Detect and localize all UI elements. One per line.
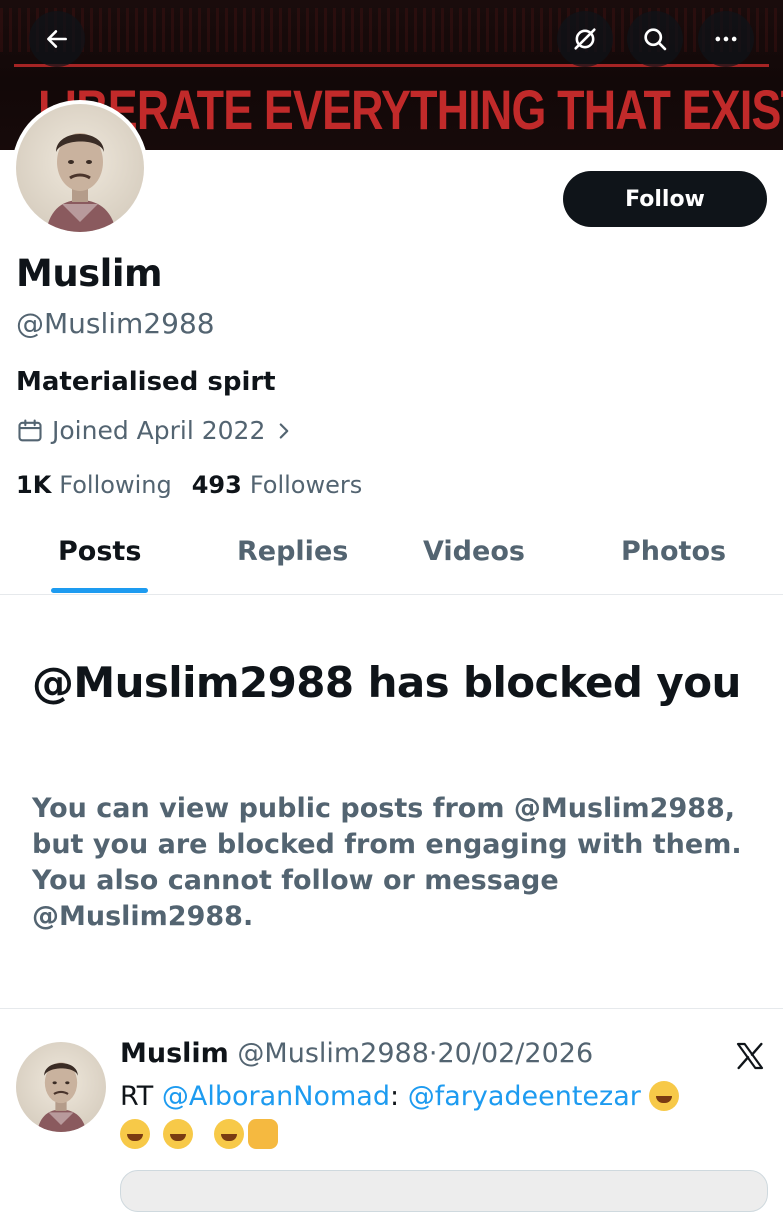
followers-label: Followers (249, 471, 363, 499)
blocked-title: @Muslim2988 has blocked you (32, 658, 741, 707)
oncoming-fist-emoji-icon (247, 1119, 278, 1149)
face-with-tears-of-joy-emoji-icon (213, 1119, 244, 1149)
post-separator: · (428, 1038, 438, 1069)
tab-replies[interactable]: Replies (237, 536, 348, 567)
post-date[interactable]: 20/02/2026 (438, 1038, 594, 1069)
following-link[interactable]: 1K Following (16, 471, 172, 499)
active-tab-indicator (51, 588, 148, 593)
post-avatar[interactable] (16, 1042, 106, 1132)
back-button[interactable] (29, 11, 85, 67)
x-logo-icon (734, 1040, 766, 1076)
following-count: 1K (16, 471, 52, 499)
profile-display-name: Muslim (16, 252, 163, 295)
rolling-on-floor-laughing-emoji-icon (649, 1081, 680, 1111)
more-horizontal-icon (715, 36, 737, 42)
follow-button[interactable]: Follow (563, 171, 767, 227)
grok-button[interactable] (557, 11, 613, 67)
tabs-divider (0, 594, 783, 595)
search-button[interactable] (627, 11, 683, 67)
rolling-on-floor-laughing-emoji-icon (162, 1119, 193, 1149)
blocked-divider (0, 1008, 783, 1009)
post-author-handle[interactable]: @Muslim2988 (237, 1038, 429, 1069)
avatar-image (16, 104, 144, 232)
post-reply-mention[interactable]: @faryadeentezar (408, 1081, 641, 1112)
rolling-on-floor-laughing-emoji-icon (120, 1119, 150, 1149)
post-rt-prefix: RT (120, 1081, 154, 1112)
blocked-description: You can view public posts from @Muslim29… (32, 793, 742, 932)
tab-videos[interactable]: Videos (423, 536, 525, 567)
banner-text: LIBERATE EVERYTHING THAT EXISTS. (38, 78, 783, 141)
post-author-name[interactable]: Muslim (120, 1038, 229, 1069)
post-rt-mention[interactable]: @AlboranNomad (162, 1081, 390, 1112)
arrow-left-icon (47, 30, 67, 48)
profile-bio: Materialised spirt (16, 367, 276, 397)
followers-link[interactable]: 493 Followers (192, 471, 363, 499)
joined-text: Joined April 2022 (52, 416, 266, 445)
grok-icon (574, 28, 596, 50)
profile-handle: @Muslim2988 (16, 307, 215, 340)
more-button[interactable] (698, 11, 754, 67)
following-label: Following (59, 471, 172, 499)
post-media[interactable] (120, 1170, 768, 1212)
follow-stats: 1K Following 493 Followers (16, 471, 362, 499)
tab-photos[interactable]: Photos (621, 536, 726, 567)
joined-date-row[interactable]: Joined April 2022 (16, 416, 305, 445)
chevron-right-icon (280, 422, 289, 439)
tab-posts[interactable]: Posts (58, 536, 141, 567)
post-colon: : (389, 1081, 400, 1112)
post-header: Muslim @Muslim2988·20/02/2026 (120, 1038, 593, 1069)
profile-avatar[interactable] (12, 100, 148, 236)
post-body: RT @AlboranNomad: @faryadeentezar (120, 1078, 760, 1154)
followers-count: 493 (191, 471, 242, 499)
calendar-icon (18, 418, 42, 441)
search-icon (644, 28, 667, 51)
